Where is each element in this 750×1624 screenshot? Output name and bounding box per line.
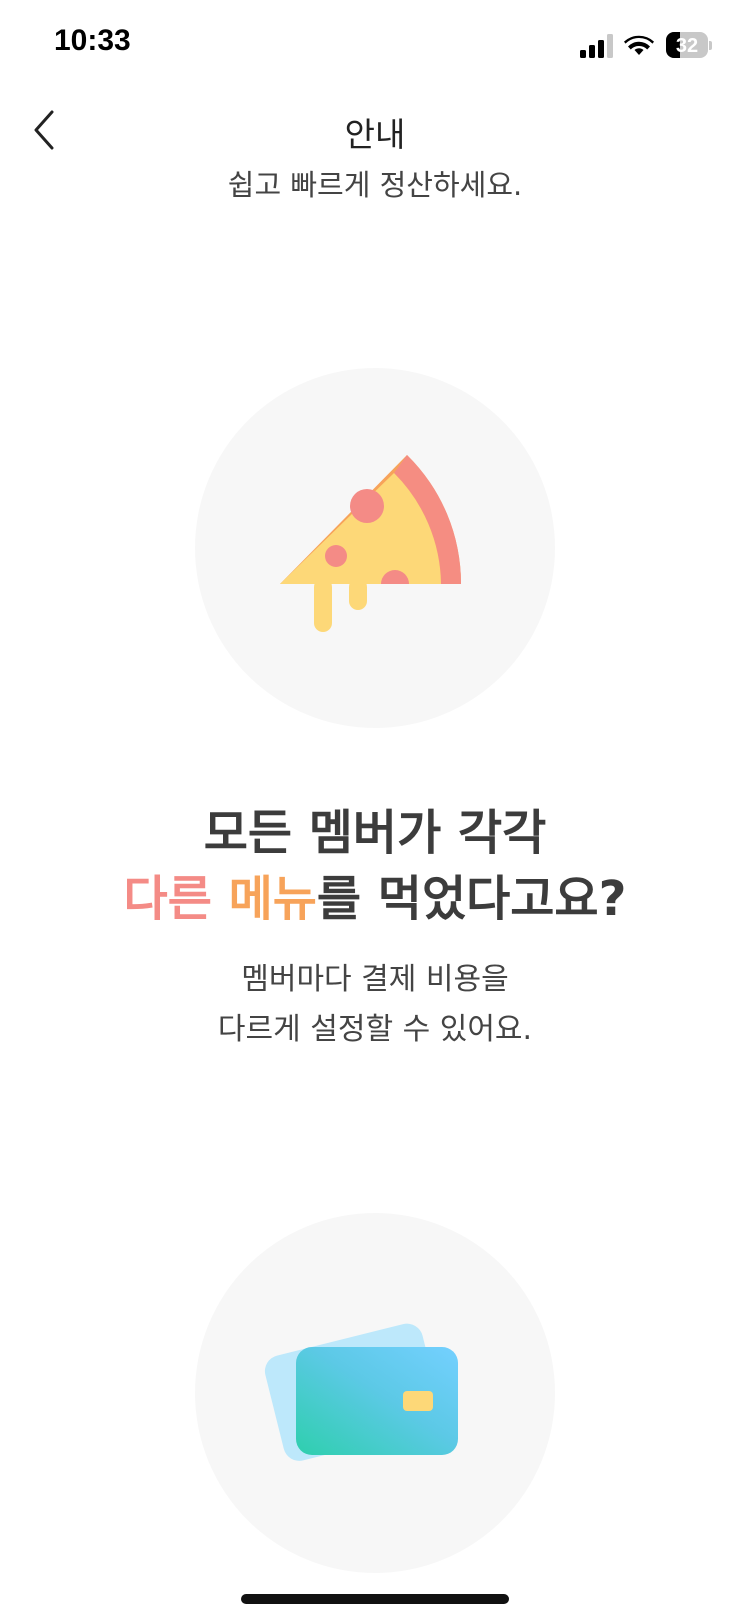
pizza-illustration — [195, 368, 555, 728]
status-bar: 10:33 32 — [0, 0, 750, 90]
credit-card-icon — [264, 1323, 458, 1461]
status-icons: 32 — [580, 30, 720, 60]
wifi-icon — [624, 35, 654, 55]
signal-icon — [580, 34, 613, 58]
page-title: 안내 — [344, 115, 406, 154]
card-illustration — [195, 1213, 555, 1573]
description-line-1: 멤버마다 결제 비용을 — [241, 962, 509, 997]
battery-level: 32 — [675, 35, 699, 57]
nav-bar: 안내 — [0, 96, 750, 166]
headline-highlight-pink: 다른 — [123, 871, 212, 927]
headline-rest: 를 먹었다고요? — [316, 871, 627, 927]
section-headline: 모든 멤버가 각각 다른 메뉴를 먹었다고요? — [0, 800, 750, 932]
previous-section-text: 쉽고 빠르게 정산하세요. — [0, 166, 750, 206]
home-indicator — [241, 1594, 509, 1604]
headline-line-1: 모든 멤버가 각각 — [203, 805, 547, 861]
pizza-slice-icon — [280, 455, 462, 632]
description-line-2: 다르게 설정할 수 있어요. — [217, 1012, 533, 1047]
status-time: 10:33 — [54, 24, 131, 57]
headline-highlight-orange: 메뉴 — [228, 871, 317, 927]
battery-icon: 32 — [666, 30, 712, 60]
section-description: 멤버마다 결제 비용을 다르게 설정할 수 있어요. — [0, 955, 750, 1055]
previous-section-caption: 쉽고 빠르게 정산하세요. — [227, 168, 523, 202]
headline-line-2: 다른 메뉴를 먹었다고요? — [0, 866, 750, 932]
